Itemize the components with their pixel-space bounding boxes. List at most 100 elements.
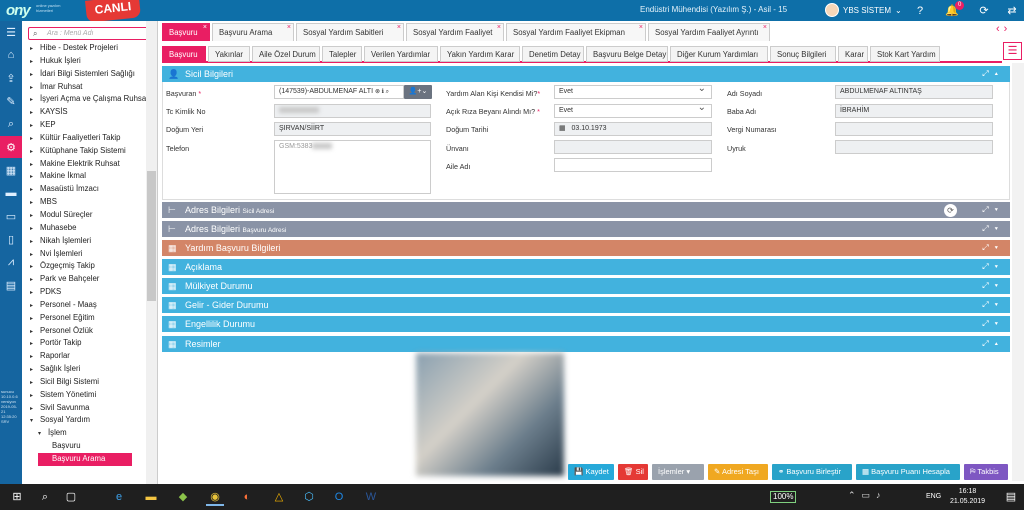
- menu-item[interactable]: ▸ Nikah İşlemleri: [30, 235, 148, 248]
- chart-icon[interactable]: ⩘: [0, 251, 22, 273]
- sub-tab[interactable]: Diğer Kurum Yardımları: [670, 46, 768, 62]
- applicant-photo[interactable]: [416, 353, 564, 476]
- panel-yardim-basvuru[interactable]: ▦ Yardım Başvuru Bilgileri ⤢▾: [162, 240, 1010, 256]
- app-icon[interactable]: ◆: [174, 488, 192, 506]
- menu-item[interactable]: ▸ Makine İkmal: [30, 170, 148, 183]
- sub-tab[interactable]: Verilen Yardımlar: [364, 46, 438, 62]
- menu-search-input[interactable]: ⌕ Ara : Menü Adı: [28, 27, 148, 40]
- help-icon[interactable]: ?: [912, 3, 928, 19]
- menu-item[interactable]: ▸ Sağlık İşleri: [30, 363, 148, 376]
- main-tab[interactable]: Başvuru ×: [162, 23, 210, 41]
- telefon-field[interactable]: GSM:5383: [274, 140, 431, 194]
- menu-item[interactable]: ▸ Kültür Faaliyetleri Takip: [30, 132, 148, 145]
- calculate-score-button[interactable]: ▦ Başvuru Puanı Hesapla: [856, 464, 960, 480]
- menu-item[interactable]: ▸ İşyeri Açma ve Çalışma Ruhsatı: [30, 93, 148, 106]
- menu-scroll-thumb[interactable]: [147, 171, 156, 301]
- network-icon[interactable]: ⬡: [300, 488, 318, 506]
- notification-center-icon[interactable]: ▤: [1002, 488, 1020, 506]
- main-tab[interactable]: Başvuru Arama ×: [212, 23, 294, 41]
- menu-item[interactable]: ▸ İdari Bilgi Sistemleri Sağlığı: [30, 68, 148, 81]
- panel-controls-icon[interactable]: ⤢▾: [982, 278, 1004, 294]
- menu-item[interactable]: ▸ Hukuk İşleri: [30, 55, 148, 68]
- system-tray-icons[interactable]: ⌃▭♪: [848, 490, 887, 501]
- panel-adres-sicil[interactable]: ⊢ Adres Bilgileri Sicil Adresi ⤢▾: [162, 202, 1010, 218]
- drive-icon[interactable]: △: [270, 488, 288, 506]
- add-user-button[interactable]: 👤+⌄: [404, 85, 432, 99]
- merge-application-button[interactable]: ⚭ Başvuru Birleştir: [772, 464, 852, 480]
- refresh-address-icon[interactable]: ⟳: [944, 204, 957, 217]
- panel-controls-icon[interactable]: ⤢▾: [982, 202, 1004, 218]
- panel-aciklama[interactable]: ▦ Açıklama ⤢▾: [162, 259, 1010, 275]
- panel-mulkiyet[interactable]: ▦ Mülkiyet Durumu ⤢▾: [162, 278, 1010, 294]
- sicil-panel-header[interactable]: 👤 Sicil Bilgileri ⤢▴: [162, 66, 1010, 82]
- panel-controls-icon[interactable]: ⤢▾: [982, 297, 1004, 313]
- windows-start-icon[interactable]: ⊞: [8, 488, 26, 506]
- menu-item[interactable]: ▸ KAYSİS: [30, 106, 148, 119]
- panel-controls-icon[interactable]: ⤢▴: [982, 336, 1004, 352]
- map-icon[interactable]: ▦: [0, 159, 22, 181]
- takbis-button[interactable]: ⛿ Takbis: [964, 464, 1008, 480]
- menu-item[interactable]: ▸ İmar Ruhsat: [30, 81, 148, 94]
- settings-icon[interactable]: ⚙: [0, 136, 22, 158]
- menu-item[interactable]: ▸ Modul Süreçler: [30, 209, 148, 222]
- task-view-icon[interactable]: ▢: [62, 488, 80, 506]
- id-card-icon[interactable]: ▤: [0, 274, 22, 296]
- main-tab[interactable]: Sosyal Yardım Faaliyet Ayrıntı ×: [648, 23, 770, 41]
- menu-item[interactable]: ▸ Portör Takip: [30, 337, 148, 350]
- app-title[interactable]: Endüstri Mühendisi (Yazılım Ş.) - Asil -…: [640, 5, 787, 14]
- menu-item[interactable]: ▾ Sosyal Yardım: [30, 414, 148, 427]
- close-icon[interactable]: ×: [497, 19, 501, 37]
- sub-tab[interactable]: Başvuru Belge Detay: [586, 46, 668, 62]
- menu-item[interactable]: ▸ Raporlar: [30, 350, 148, 363]
- save-button[interactable]: 💾 Kaydet: [568, 464, 614, 480]
- acik-riza-select[interactable]: Evet: [554, 104, 712, 118]
- sub-tab[interactable]: Talepler: [322, 46, 362, 62]
- aile-adi-field[interactable]: [554, 158, 712, 172]
- main-scrollbar[interactable]: [1012, 63, 1024, 481]
- menu-item[interactable]: ▸ Hibe - Destek Projeleri: [30, 42, 148, 55]
- close-icon[interactable]: ×: [763, 19, 767, 37]
- menu-item[interactable]: ▸ Masaüstü İmzacı: [30, 183, 148, 196]
- outlook-icon[interactable]: O: [330, 488, 348, 506]
- menu-item[interactable]: ▸ KEP: [30, 119, 148, 132]
- close-icon[interactable]: ×: [639, 19, 643, 37]
- wrench-icon[interactable]: ✎: [0, 90, 22, 112]
- sub-tab[interactable]: Karar: [838, 46, 868, 62]
- menu-scrollbar[interactable]: [146, 21, 157, 484]
- menu-item[interactable]: ▸ Park ve Bahçeler: [30, 273, 148, 286]
- close-icon[interactable]: ×: [203, 19, 207, 37]
- close-icon[interactable]: ×: [287, 19, 291, 37]
- folder-icon[interactable]: ▬: [0, 182, 22, 204]
- edge-icon[interactable]: e: [110, 488, 128, 506]
- panel-controls-icon[interactable]: ⤢▾: [982, 240, 1004, 256]
- main-tab[interactable]: Sosyal Yardım Faaliyet Ekipman ×: [506, 23, 646, 41]
- menu-item[interactable]: ▸ Sistem Yönetimi: [30, 389, 148, 402]
- panel-controls-icon[interactable]: ⤢▴: [982, 66, 1004, 82]
- panel-controls-icon[interactable]: ⤢▾: [982, 316, 1004, 332]
- firefox-icon[interactable]: ◐: [238, 488, 256, 506]
- language-indicator[interactable]: ENG: [926, 493, 941, 500]
- panel-controls-icon[interactable]: ⤢▾: [982, 259, 1004, 275]
- move-address-button[interactable]: ✎ Adresi Taşı: [708, 464, 768, 480]
- sub-tab[interactable]: Yakın Yardım Karar: [440, 46, 520, 62]
- menu-item[interactable]: ▸ Personel Eğitim: [30, 312, 148, 325]
- panel-controls-icon[interactable]: ⤢▾: [982, 221, 1004, 237]
- file-icon[interactable]: ▯: [0, 228, 22, 250]
- main-tab[interactable]: Sosyal Yardım Sabitleri ×: [296, 23, 404, 41]
- panel-engellilik[interactable]: ▦ Engellilik Durumu ⤢▾: [162, 316, 1010, 332]
- upload-icon[interactable]: ⇪: [0, 67, 22, 89]
- main-tab[interactable]: Sosyal Yardım Faaliyet ×: [406, 23, 504, 41]
- battery-indicator[interactable]: 100%: [770, 491, 797, 503]
- menu-item[interactable]: ▸ Makine Elektrik Ruhsat: [30, 158, 148, 171]
- tab-nav-arrows[interactable]: ‹›: [996, 23, 1011, 35]
- panel-adres-basvuru[interactable]: ⊢ Adres Bilgileri Başvuru Adresi ⤢▾: [162, 221, 1010, 237]
- sub-tab[interactable]: Stok Kart Yardım: [870, 46, 940, 62]
- menu-item[interactable]: Başvuru Arama: [38, 453, 132, 466]
- sub-tab[interactable]: Aile Özel Durum: [252, 46, 320, 62]
- menu-item[interactable]: ▸ Sivil Savunma: [30, 402, 148, 415]
- menu-item[interactable]: Başvuru: [30, 440, 148, 453]
- folder-open-icon[interactable]: ▭: [0, 205, 22, 227]
- word-icon[interactable]: W: [362, 488, 380, 506]
- menu-item[interactable]: ▸ Personel Özlük: [30, 325, 148, 338]
- delete-button[interactable]: 🗑 Sil: [618, 464, 648, 480]
